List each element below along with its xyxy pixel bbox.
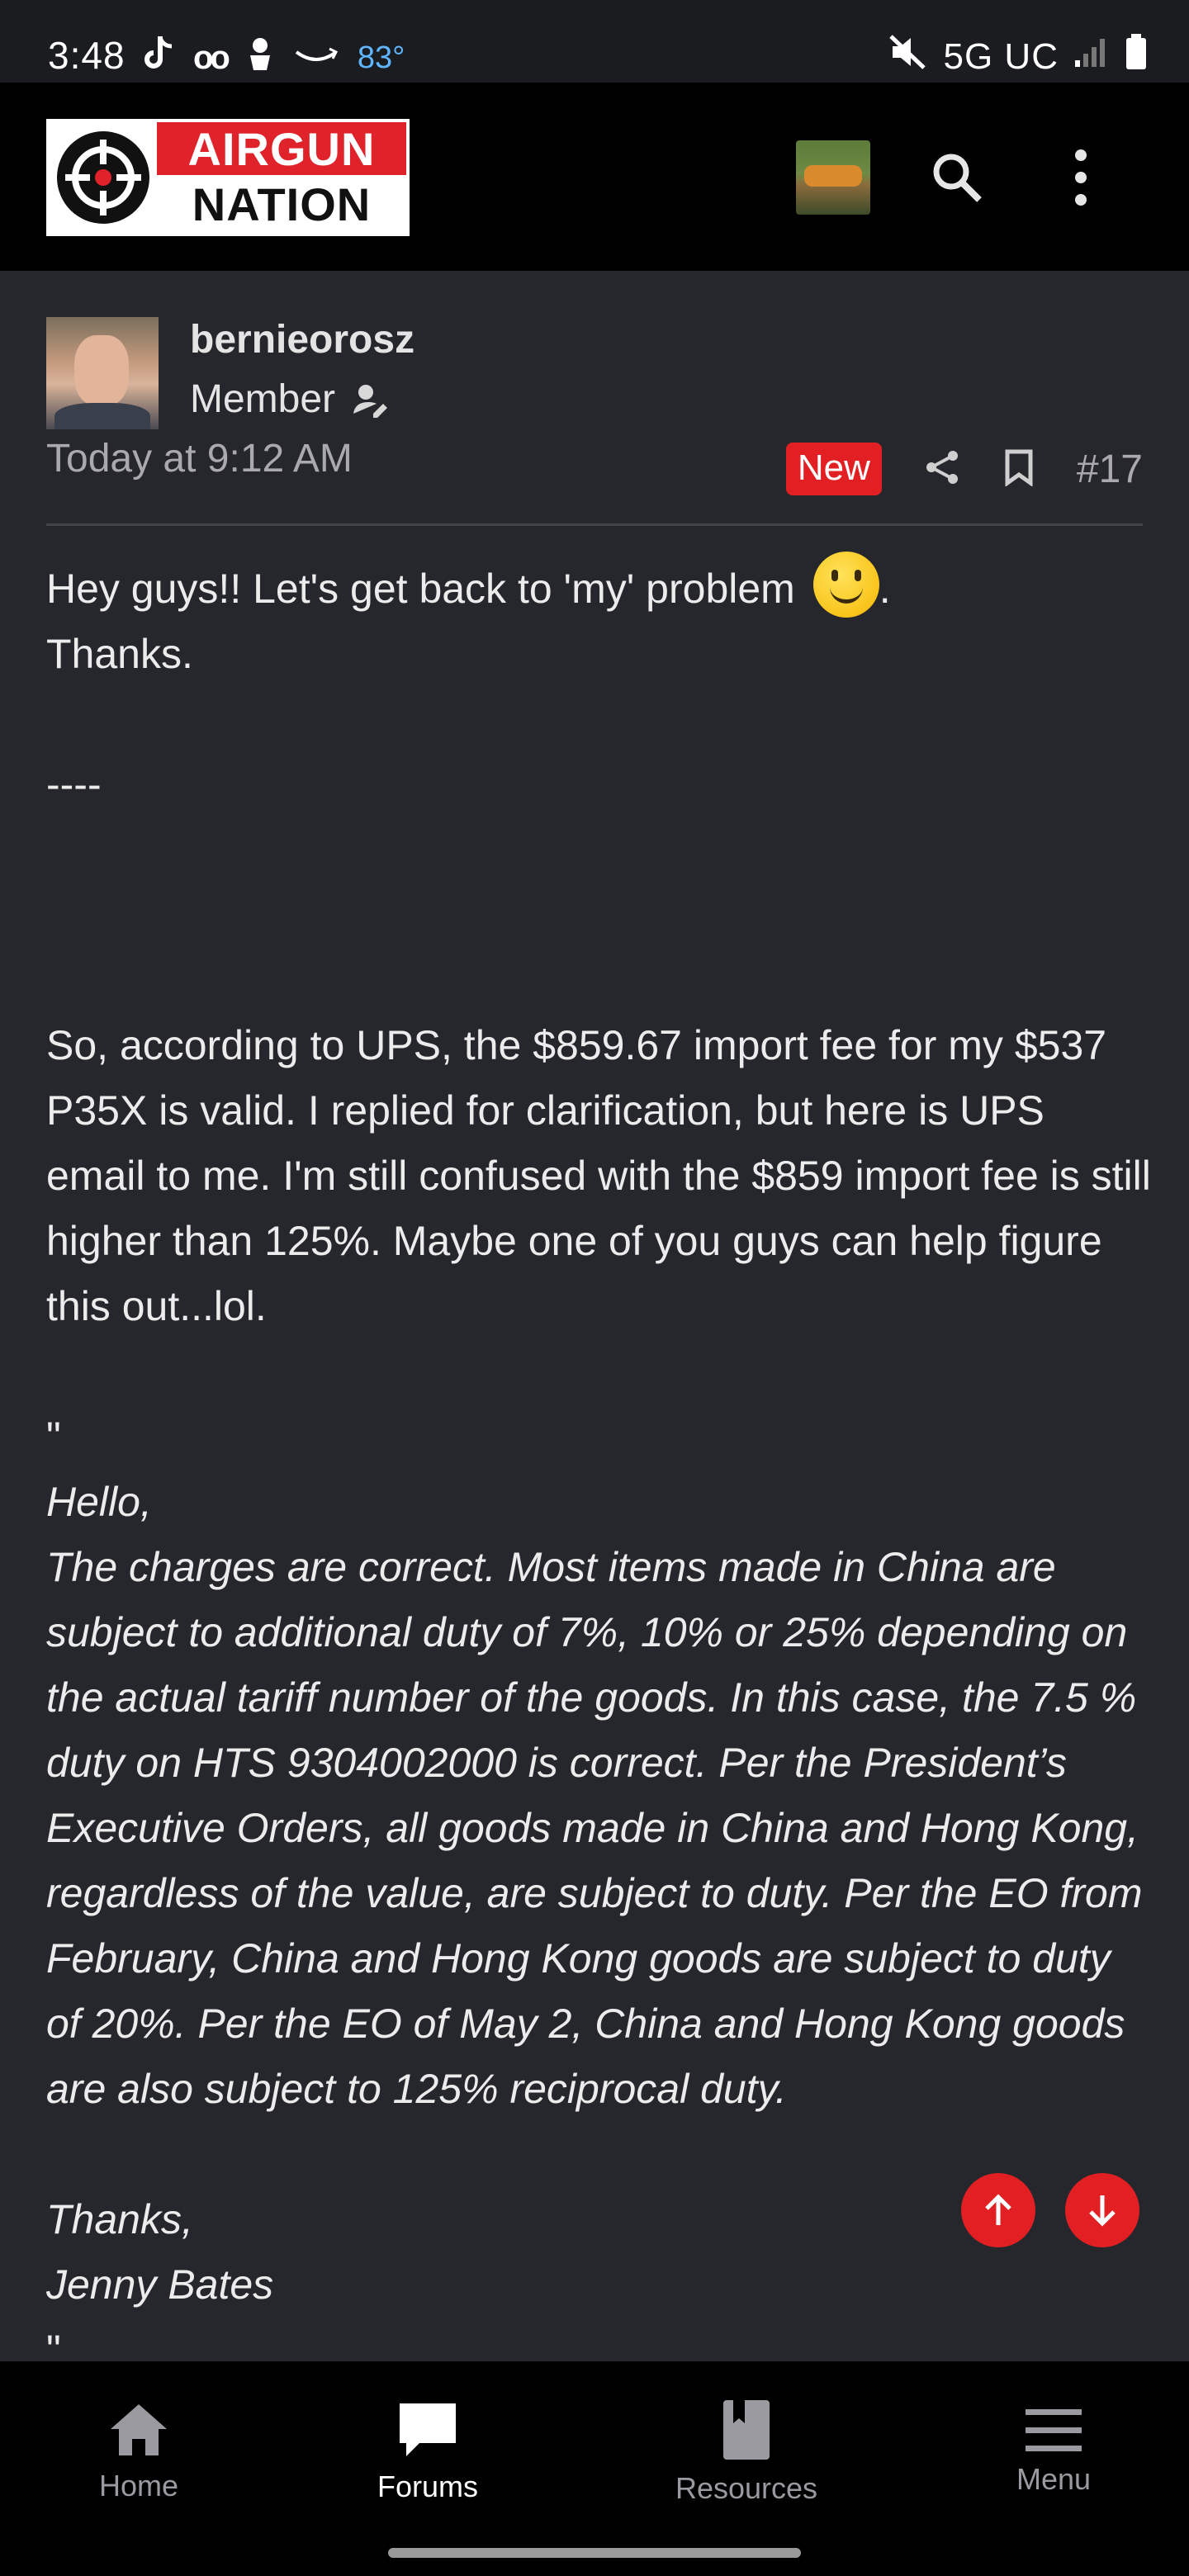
author-avatar[interactable] xyxy=(46,317,159,429)
bookmark-button[interactable] xyxy=(1002,448,1035,490)
home-icon xyxy=(111,2404,167,2455)
smile-emoji-icon xyxy=(812,552,879,618)
logo-wordmark: AIRGUN NATION xyxy=(157,122,406,233)
scroll-to-bottom-button[interactable] xyxy=(1065,2173,1139,2247)
bookmark-icon xyxy=(1005,449,1033,487)
logo-text-bottom: NATION xyxy=(157,175,406,233)
search-icon xyxy=(933,154,982,202)
author-username[interactable]: bernieorosz xyxy=(190,317,414,362)
post-separator: ---- xyxy=(46,761,102,807)
nav-resources[interactable]: Resources xyxy=(664,2361,829,2543)
scroll-to-top-button[interactable] xyxy=(961,2173,1035,2247)
post-timestamp[interactable]: Today at 9:12 AM xyxy=(46,436,353,481)
nav-forums-label: Forums xyxy=(377,2469,478,2503)
system-icons: 5G UC xyxy=(888,33,1148,80)
user-edit-icon xyxy=(353,384,388,418)
post-line-1: Hey guys!! Let's get back to 'my' proble… xyxy=(46,566,795,612)
email-name: Jenny Bates xyxy=(46,2261,274,2308)
hamburger-icon xyxy=(1026,2409,1082,2451)
email-body: The charges are correct. Most items made… xyxy=(46,1544,1143,2112)
notification-icons: oo 83° xyxy=(142,35,405,81)
crosshair-logo-icon xyxy=(50,122,157,233)
post-body: Hey guys!! Let's get back to 'my' proble… xyxy=(46,552,1153,2383)
post-divider xyxy=(46,523,1143,526)
hand-icon xyxy=(245,36,275,80)
role-label: Member xyxy=(190,377,336,421)
app-header: AIRGUN NATION xyxy=(0,83,1189,271)
more-options-button[interactable] xyxy=(1044,140,1118,215)
chat-bubble-icon xyxy=(400,2403,456,2456)
avatar-face xyxy=(74,335,129,406)
tiktok-icon xyxy=(142,35,175,81)
quote-open: " xyxy=(46,1413,61,1460)
post-thanks: Thanks. xyxy=(46,631,193,677)
user-avatar-thumbnail[interactable] xyxy=(796,140,870,215)
post-actions: New #17 xyxy=(785,443,1143,495)
arrow-down-icon xyxy=(1089,2195,1116,2227)
tiger-image xyxy=(804,165,862,187)
network-type: 5G UC xyxy=(943,36,1059,77)
search-button[interactable] xyxy=(920,140,994,215)
nav-forums[interactable]: Forums xyxy=(345,2361,510,2543)
battery-icon xyxy=(1125,34,1148,79)
nav-menu[interactable]: Menu xyxy=(971,2361,1136,2543)
nav-menu-label: Menu xyxy=(1016,2462,1092,2496)
nav-home-label: Home xyxy=(98,2469,179,2503)
status-bar: 3:48 oo 83° 5G UC xyxy=(0,0,1189,83)
post-paragraph: So, according to UPS, the $859.67 import… xyxy=(46,1022,1151,1329)
signal-icon xyxy=(1073,36,1110,78)
email-greeting: Hello, xyxy=(46,1479,152,1525)
share-icon xyxy=(926,450,958,484)
nav-home[interactable]: Home xyxy=(56,2361,221,2543)
book-icon xyxy=(723,2400,770,2460)
share-button[interactable] xyxy=(923,448,961,490)
voicemail-icon: oo xyxy=(193,39,230,76)
kebab-menu-icon xyxy=(1075,149,1087,206)
bottom-navigation: Home Forums Resources Menu xyxy=(0,2361,1189,2576)
post-number-link[interactable]: #17 xyxy=(1077,447,1143,492)
nav-resources-label: Resources xyxy=(675,2471,818,2505)
new-badge: New xyxy=(785,443,882,495)
arrow-up-icon xyxy=(985,2194,1011,2225)
temperature: 83° xyxy=(357,40,405,75)
post-line-1-end: . xyxy=(879,566,891,612)
author-role: Member xyxy=(190,376,390,422)
amazon-icon xyxy=(293,40,339,77)
avatar-shirt xyxy=(54,403,150,429)
status-time: 3:48 xyxy=(48,34,126,77)
home-gesture-bar[interactable] xyxy=(388,2548,801,2558)
logo-text-top: AIRGUN xyxy=(157,122,406,175)
mute-icon xyxy=(888,33,929,80)
airgun-nation-logo[interactable]: AIRGUN NATION xyxy=(46,119,410,236)
